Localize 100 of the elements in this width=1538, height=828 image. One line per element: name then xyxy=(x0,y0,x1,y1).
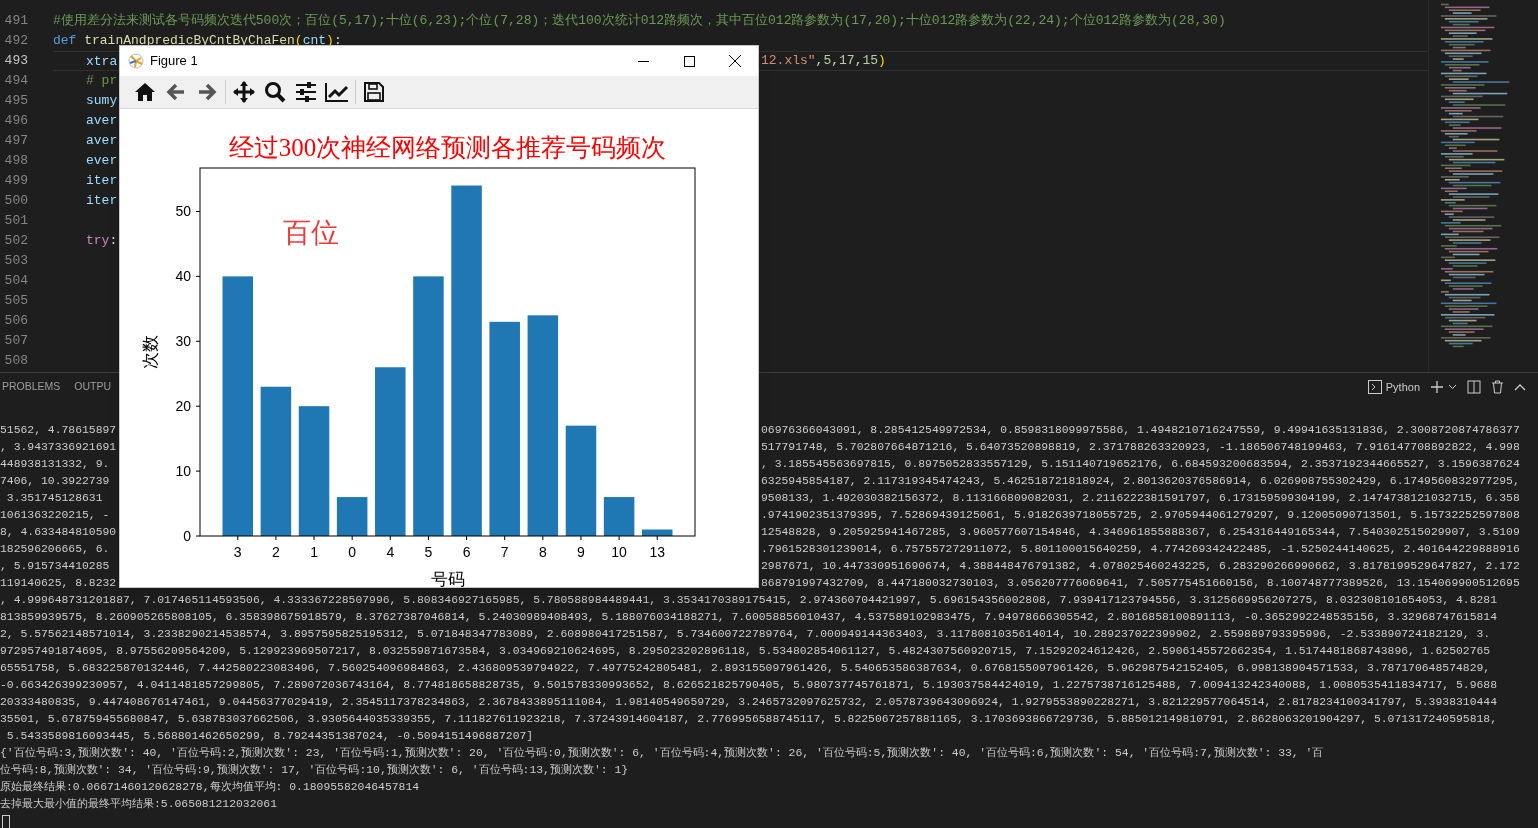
terminal-selector[interactable]: Python xyxy=(1367,378,1420,396)
panel-tab[interactable]: PROBLEMS xyxy=(2,379,61,395)
line-number: 498 xyxy=(3,152,28,170)
line-number: 494 xyxy=(3,72,28,90)
x-tick-label: 8 xyxy=(538,544,547,560)
y-tick-label: 40 xyxy=(175,268,191,285)
window-title: Figure 1 xyxy=(150,52,198,71)
line-number: 506 xyxy=(3,312,28,330)
terminal-line: .9741902351379395, 7.52869439125061, 5.9182639718055725, 2.9705944061279297, 9.12005090713501, 5.15732252597808 xyxy=(761,508,1520,523)
x-tick xyxy=(427,535,429,541)
line-number: 508 xyxy=(3,352,28,370)
terminal-line: 2, 5.57562148571014, 3.2338290214538574, 3.8957595825195312, 5.071848347783089, 2.608980417251587, 5.734600722789764, 7.000949144363403, 3.1178081035614014, 10.289237022399902, 2.559889793395996, -2.533890724182129, 3. xyxy=(0,628,1491,640)
terminal-icon xyxy=(1367,380,1382,394)
x-tick-label: 1 xyxy=(310,544,318,560)
terminal-line: 7406, 10.3922739 xyxy=(0,475,110,487)
split-icon[interactable] xyxy=(1467,380,1481,394)
line-number: 503 xyxy=(3,252,28,270)
panel-tab[interactable]: OUTPU xyxy=(74,379,112,395)
x-tick-label: 5 xyxy=(424,544,433,560)
line-chart-icon xyxy=(325,82,349,102)
terminal-line: 448938131332, 9. xyxy=(0,458,110,470)
code-line: try: xyxy=(86,233,118,248)
x-tick xyxy=(313,535,315,541)
x-tick-label: 13 xyxy=(649,544,666,560)
chevron-up-icon[interactable] xyxy=(1514,383,1526,391)
terminal-line: 1061363220215, - xyxy=(0,509,110,521)
terminal-line: 位号码:8,预测次数': 34, '百位号码:9,预测次数': 17, '百位号码:10,预测次数': 6, '百位号码:13,预测次数': 1} xyxy=(0,764,629,776)
code-line: ever xyxy=(86,153,118,168)
bar xyxy=(336,497,368,536)
plus-icon[interactable] xyxy=(1430,380,1444,394)
terminal-line: 06976366043091, 8.285412549972534, 0.8598318099975586, 1.4948210716247559, 9.49941635131836, 2.3008720874786377 xyxy=(761,423,1520,438)
y-tick xyxy=(195,470,201,472)
terminal-line: 182596206665, 6. xyxy=(0,543,110,555)
code-line: aver xyxy=(86,133,118,148)
back-arrow-icon xyxy=(166,83,186,101)
terminal-line: 原始最终结果:0.06671460120628278,每次均值平均: 0.18095582046457814 xyxy=(0,781,420,793)
line-number: 501 xyxy=(3,212,28,230)
code-line: sumy xyxy=(86,93,118,108)
terminal-line: , 5.915734410285 xyxy=(0,560,110,572)
x-tick-label: 9 xyxy=(577,544,585,560)
x-tick-label: 3 xyxy=(233,544,242,560)
x-tick xyxy=(466,535,468,541)
terminal-line: 813859939575, 8.260905265808105, 6.358398675918579, 8.37627387046814, 5.24030989408493, 5.188076034188271, 7.60058856010437, 4.537589102983475, 7.94978666305542, 2.8016858100891113, -0.3652992248535156, 3.32968747615814 xyxy=(0,611,1497,623)
terminal-line: -0.663426399230957, 4.0411481857299805, 7.289072036743164, 8.774818658828735, 9.501578330993652, 8.626521825790405, 5.980737745761871, 5.193037584424019, 1.2275738716125488, 7.009413242340088, 1.0080535411834717, 5.9688 xyxy=(0,679,1497,691)
zoom-button[interactable] xyxy=(262,79,288,105)
terminal-line: .7961528301239014, 6.757557272911072, 5.801100015640259, 4.774269342422485, -1.5250244140625, 2.401644229888916 xyxy=(761,542,1520,557)
close-icon xyxy=(729,55,741,67)
y-tick xyxy=(195,211,201,212)
y-tick xyxy=(195,405,201,407)
terminal-cursor xyxy=(2,815,10,828)
x-tick xyxy=(351,535,353,541)
terminal-line: 8, 4.633484810590 xyxy=(0,526,117,538)
terminal-line: 3.351745128631 xyxy=(5,492,103,504)
forward-arrow-icon xyxy=(197,83,217,101)
terminal-line: 868791997432709, 8.447180032730103, 3.056207776069641, 7.505775451660156, 8.100748777389526, 13.154069900512695 xyxy=(761,576,1520,591)
terminal-line: 65551758, 5.683225870132446, 7.442580223083496, 7.560254096984863, 2.436809539794922, 7.49775242805481, 2.893155097961426, 5.540653586387634, 0.6768155097961426, 5.962987542152405, 6.998138904571533, 3.787170648574829, xyxy=(0,662,1491,674)
code-line: #使用差分法来测试各号码频次迭代500次；百位(5,17);十位(6,23);个位(7,28)；迭代100次统计012路频次，其中百位012路参数为(17,20);十位012路参数为(22,24);个位012路参数为(28,30) xyxy=(53,13,1226,28)
chart-title: 经过300次神经网络预测各推荐号码频次 xyxy=(228,134,667,161)
chart-annotation: 百位 xyxy=(283,217,339,248)
y-tick-label: 50 xyxy=(175,203,191,220)
trash-icon[interactable] xyxy=(1491,380,1504,394)
bar xyxy=(642,529,673,536)
move-icon xyxy=(233,81,255,103)
line-number: 491 xyxy=(3,12,28,30)
x-tick xyxy=(504,535,506,541)
y-tick xyxy=(195,535,201,537)
code-line: aver xyxy=(86,113,118,128)
pan-button[interactable] xyxy=(231,79,257,105)
x-tick xyxy=(275,535,277,541)
line-number: 495 xyxy=(3,92,28,110)
y-tick-label: 0 xyxy=(183,528,191,544)
terminal-line: , 4.999648731201887, 7.017465114593506, 4.333367228507996, 5.808346927165985, 5.780588984489441, 3.3534170389175415, 2.974360704421997, 5.696154356002808, 7.939417123794556, 3.3125669956207275, 8.032308101654053, 4.8281 xyxy=(0,594,1497,606)
x-tick-label: 10 xyxy=(611,544,627,560)
x-tick-label: 2 xyxy=(272,544,280,560)
terminal-line: 20333480835, 9.447408676147461, 9.04456377029419, 2.3545117378234863, 2.3678433895111084, 1.98140549659729, 3.2465732097625732, 2.0578739643096924, 1.9279553890228271, 3.821229577064514, 2.8178234100341797, 5.3938310444 xyxy=(0,696,1497,708)
terminal-line: 2987671, 10.447330951690674, 4.388448476791382, 4.078025460243225, 6.283290266990662, 3.8178199529647827, 2.172 xyxy=(761,559,1520,574)
terminal-line: 5.5433589816093445, 5.568801462650299, 8.79244351387024, -0.5094151496887207] xyxy=(5,730,534,742)
x-tick-label: 7 xyxy=(500,544,509,560)
app-icon xyxy=(128,53,144,69)
terminal-line: 517791748, 5.702807664871216, 5.64073520898819, 2.371788263320923, -1.186506748199463, 7.916147708892822, 4.998 xyxy=(761,440,1520,455)
subplots-button[interactable] xyxy=(293,79,319,105)
x-tick xyxy=(389,535,391,541)
y-tick-label: 30 xyxy=(175,333,191,350)
y-tick-label: 20 xyxy=(175,398,191,415)
terminal-line: 972957491874695, 8.97556209564209, 5.129923969507217, 8.032559871673584, 3.034969210624695, 8.295023202896118, 5.534802854061127, 5.4824307560920715, 7.15292024612426, 2.5906145572662354, 1.5174481868743896, 1.62502765 xyxy=(0,645,1491,657)
terminal-line: 12548828, 9.205925941467285, 3.960577607154846, 4.346961855888367, 6.254316449165344, 7.540302515029907, 3.5109 xyxy=(761,525,1520,540)
line-number: 504 xyxy=(3,272,28,290)
search-icon xyxy=(264,81,286,103)
terminal-line: 35501, 5.678759455680847, 5.638783037662506, 3.9305644035339355, 7.111827611923218, 7.37243914604187, 2.7769956588745117, 5.8225067257881165, 3.1703693866729736, 5.885012149810791, 2.8628063201904297, 5.071317240595818, xyxy=(0,713,1497,725)
save-button[interactable] xyxy=(361,79,387,105)
x-tick xyxy=(542,535,544,541)
y-tick xyxy=(195,275,201,277)
x-tick xyxy=(237,535,239,541)
line-number: 493 xyxy=(3,52,28,70)
maximize-icon xyxy=(683,55,695,67)
line-number: 507 xyxy=(3,332,28,350)
chevron-down-icon[interactable] xyxy=(1448,384,1457,390)
terminal-line: 119140625, 8.8232 xyxy=(0,577,117,589)
y-axis-label: 次数 xyxy=(141,335,160,369)
home-icon xyxy=(134,82,156,102)
